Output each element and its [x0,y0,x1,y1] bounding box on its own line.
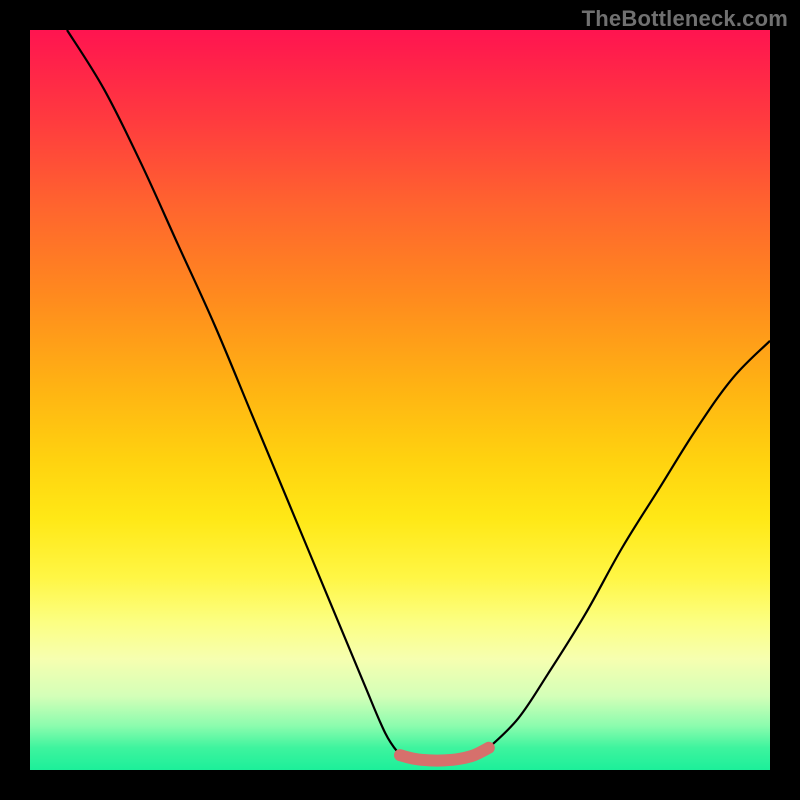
plot-area [30,30,770,770]
curve-left-branch [67,30,400,755]
curve-right-branch [489,341,770,748]
watermark-text: TheBottleneck.com [582,6,788,32]
curve-layer [30,30,770,770]
curve-flat-segment [400,748,489,761]
chart-frame: TheBottleneck.com [0,0,800,800]
